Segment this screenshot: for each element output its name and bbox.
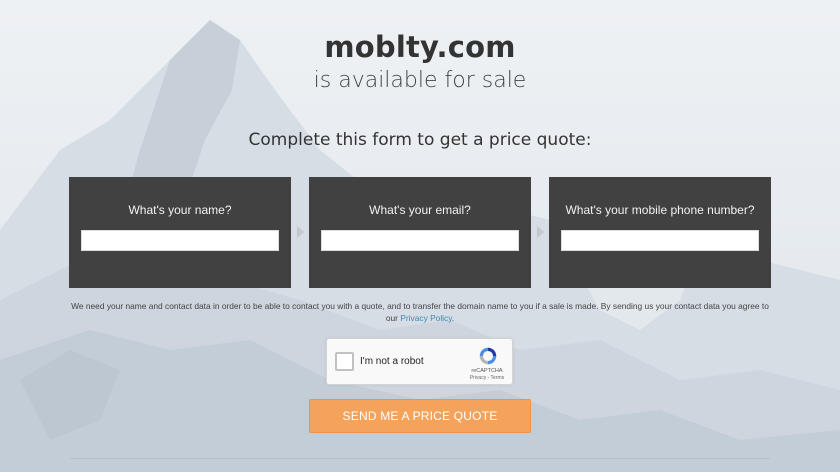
recaptcha-checkbox[interactable] — [335, 352, 354, 371]
sale-subtitle: is available for sale — [313, 68, 527, 93]
name-input[interactable] — [81, 230, 279, 251]
email-field-label: What's your email? — [369, 203, 471, 217]
domain-name: moblty.com — [324, 30, 516, 64]
recaptcha-terms[interactable]: Privacy - Terms — [467, 375, 507, 381]
recaptcha-logo-icon — [479, 347, 497, 365]
disclaimer-text: We need your name and contact data in or… — [70, 300, 770, 324]
phone-field-box: What's your mobile phone number? — [549, 177, 771, 288]
phone-input[interactable] — [561, 230, 759, 251]
name-field-label: What's your name? — [128, 203, 232, 217]
email-input[interactable] — [321, 230, 519, 251]
phone-field-label: What's your mobile phone number? — [565, 203, 755, 217]
chevron-right-icon — [537, 226, 544, 238]
send-quote-button[interactable]: SEND ME A PRICE QUOTE — [309, 399, 531, 433]
recaptcha-widget: I'm not a robot reCAPTCHA Privacy - Term… — [326, 338, 513, 385]
recaptcha-brand: reCAPTCHA — [471, 368, 503, 374]
recaptcha-label: I'm not a robot — [360, 356, 424, 367]
footer-divider — [70, 458, 770, 459]
form-heading: Complete this form to get a price quote: — [248, 130, 592, 150]
disclaimer-end: . — [451, 313, 455, 323]
name-field-box: What's your name? — [69, 177, 291, 288]
chevron-right-icon — [297, 226, 304, 238]
email-field-box: What's your email? — [309, 177, 531, 288]
privacy-policy-link[interactable]: Privacy Policy — [400, 313, 452, 323]
